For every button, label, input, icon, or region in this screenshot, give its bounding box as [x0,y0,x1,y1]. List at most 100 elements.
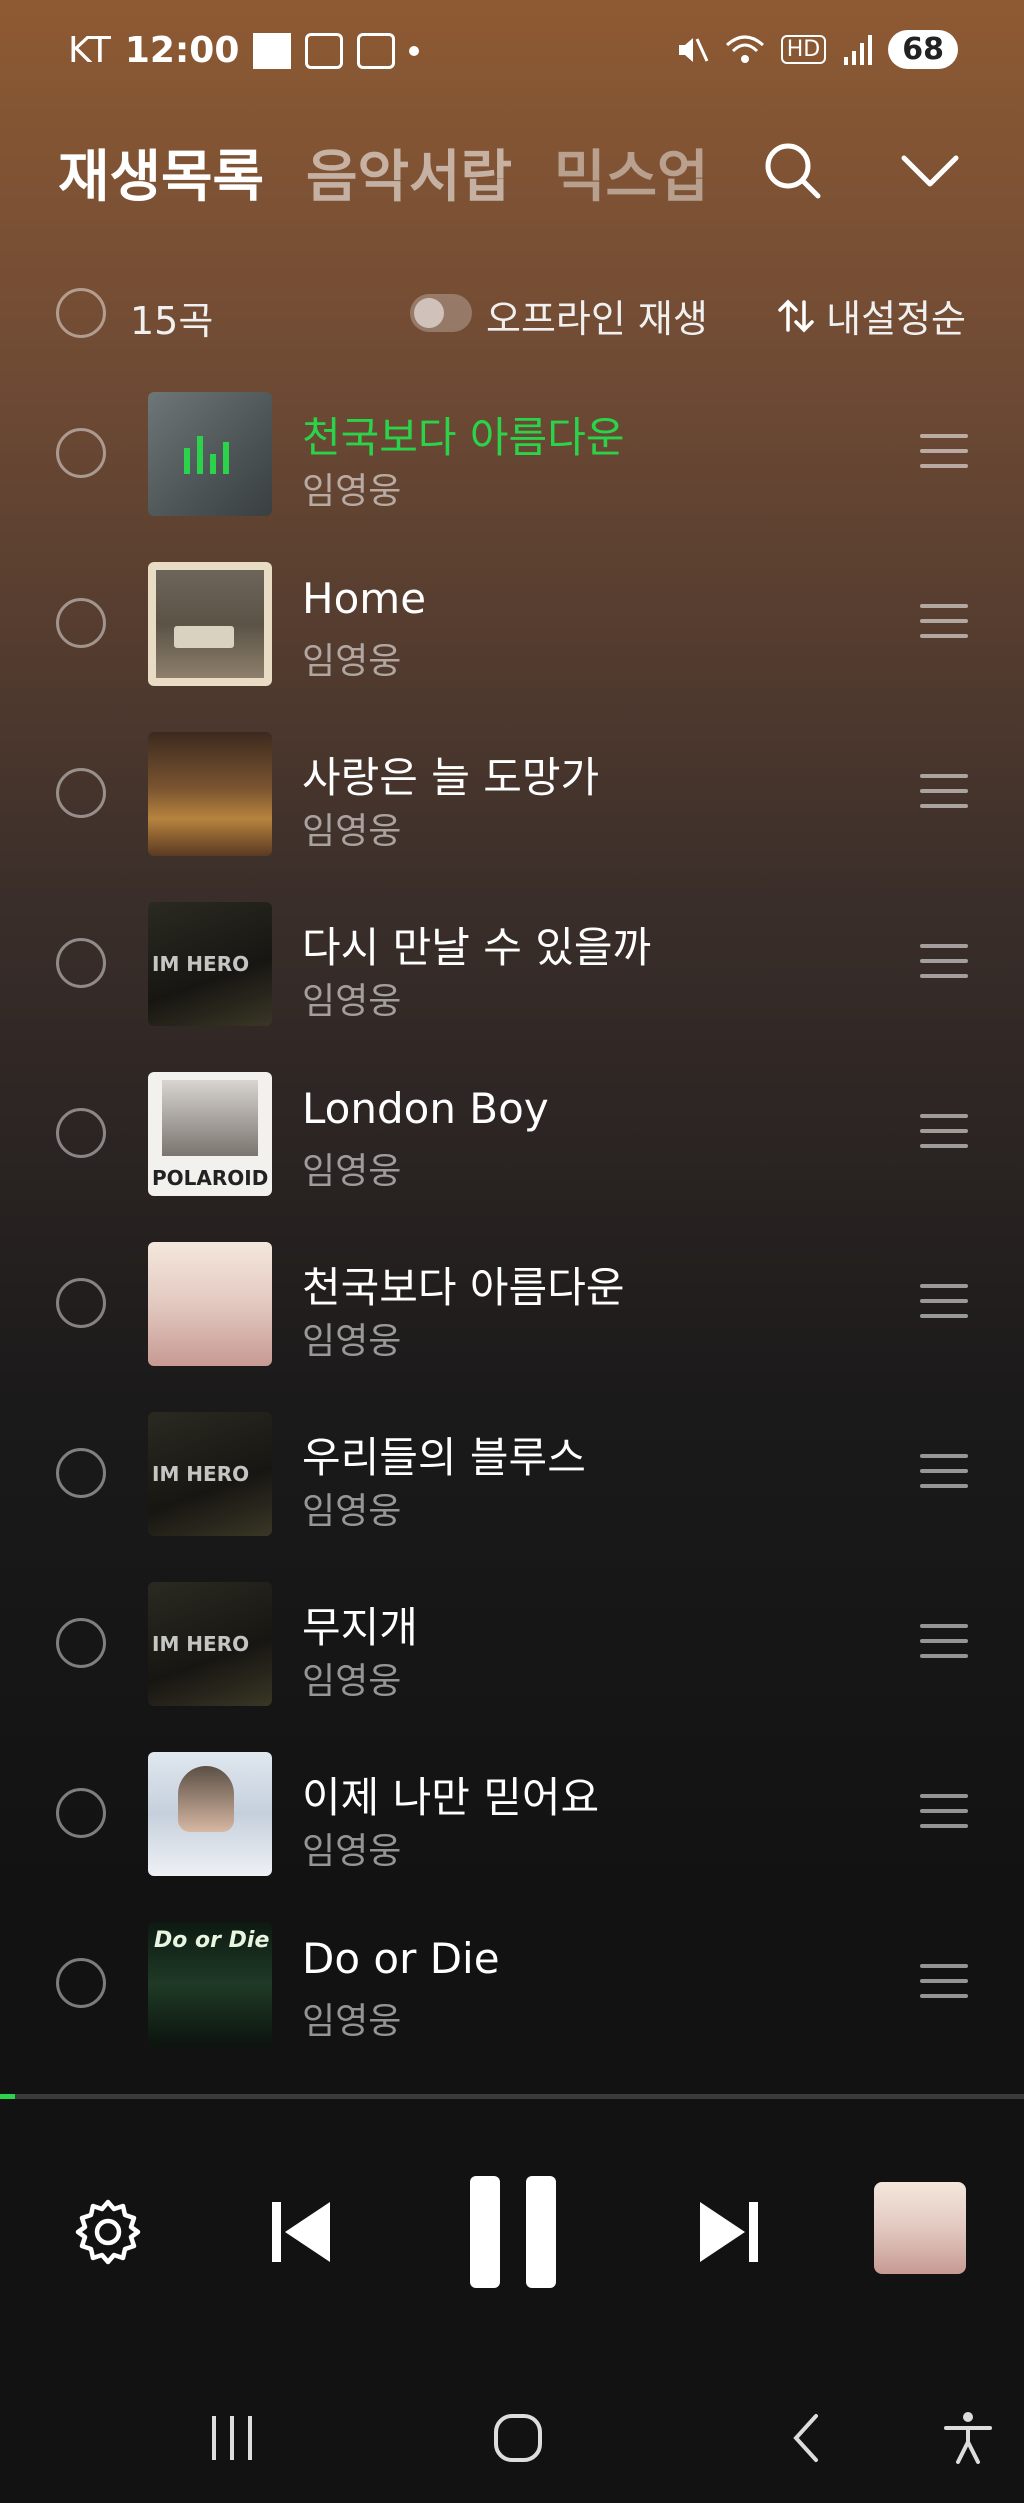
song-artist: 임영웅 [302,641,402,682]
playback-progress[interactable] [0,2094,1024,2099]
song-title: Home [302,574,427,623]
album-art-text: POLAROID [152,1166,269,1190]
song-checkbox[interactable] [56,1788,106,1838]
album-art: IM HERO [148,1582,272,1706]
album-art-text: IM HERO [152,1632,250,1656]
app-notification-icon [357,32,396,69]
song-checkbox[interactable] [56,1108,106,1158]
song-checkbox[interactable] [56,1618,106,1668]
player-controls [0,2100,1024,2360]
back-icon[interactable] [780,2410,836,2466]
song-artist: 임영웅 [302,1151,402,1192]
drag-handle-icon[interactable] [920,1284,968,1320]
toggle-knob [414,298,444,328]
offline-toggle[interactable] [410,294,472,332]
offline-label[interactable]: 오프라인 재생 [486,288,708,343]
song-checkbox[interactable] [56,768,106,818]
song-title: 천국보다 아름다운 [302,1263,625,1312]
song-checkbox[interactable] [56,1958,106,2008]
song-checkbox[interactable] [56,598,106,648]
song-title: 무지개 [302,1603,418,1652]
list-toolbar: 15곡 오프라인 재생 내설정순 [0,270,1024,360]
song-artist: 임영웅 [302,1831,402,1872]
album-art: IM HERO [148,902,272,1026]
drag-handle-icon[interactable] [920,774,968,810]
search-icon[interactable] [752,130,832,210]
song-artist: 임영웅 [302,1661,402,1702]
album-art: Do or Die [148,1922,272,2046]
song-row[interactable]: POLAROID London Boy 임영웅 [0,1048,1024,1218]
song-row[interactable]: 사랑은 늘 도망가 임영웅 [0,708,1024,878]
settings-icon[interactable] [72,2196,144,2268]
song-title: 천국보다 아름다운 [302,413,625,462]
album-art [148,392,272,516]
song-checkbox[interactable] [56,938,106,988]
album-art: POLAROID [148,1072,272,1196]
drag-handle-icon[interactable] [920,434,968,470]
home-icon[interactable] [490,2410,546,2466]
album-art-text: IM HERO [152,1462,250,1486]
drag-handle-icon[interactable] [920,1454,968,1490]
song-title: London Boy [302,1084,549,1133]
chevron-down-icon[interactable] [890,130,970,210]
more-notifications-icon [409,45,420,56]
previous-icon[interactable] [268,2196,334,2268]
status-bar: KT 12:00 HD 68 [0,0,1024,110]
song-artist: 임영웅 [302,981,402,1022]
recents-icon[interactable] [204,2410,260,2466]
battery-level: 68 [888,30,958,69]
song-title: 우리들의 블루스 [302,1433,586,1482]
signal-icon [844,34,873,65]
next-icon[interactable] [696,2196,762,2268]
song-row[interactable]: IM HERO 무지개 임영웅 [0,1558,1024,1728]
song-row[interactable]: 천국보다 아름다운 임영웅 [0,1218,1024,1388]
album-art-text: IM HERO [152,952,250,976]
album-art [148,1752,272,1876]
equalizer-icon [184,434,229,474]
tab-playlist[interactable]: 재생목록 [58,132,264,213]
song-checkbox[interactable] [56,428,106,478]
song-title: 이제 나만 믿어요 [302,1773,600,1822]
song-row[interactable]: 이제 나만 믿어요 임영웅 [0,1728,1024,1898]
song-row[interactable]: 천국보다 아름다운 임영웅 [0,368,1024,538]
album-art: IM HERO [148,1412,272,1536]
wifi-icon [725,35,764,63]
clock: 12:00 [124,30,240,71]
drag-handle-icon[interactable] [920,944,968,980]
song-artist: 임영웅 [302,1491,402,1532]
notification-icon [253,32,292,69]
sort-label: 내설정순 [826,297,966,341]
album-art [148,1242,272,1366]
system-navigation-bar [0,2370,1024,2503]
song-row[interactable]: IM HERO 우리들의 블루스 임영웅 [0,1388,1024,1558]
song-title: Do or Die [302,1934,500,1983]
progress-fill [0,2094,16,2099]
song-artist: 임영웅 [302,2001,402,2042]
accessibility-icon[interactable] [940,2410,996,2466]
now-playing-art[interactable] [874,2182,966,2274]
song-row[interactable]: Home 임영웅 [0,538,1024,708]
album-art-text: Do or Die [154,1928,270,1953]
song-row[interactable]: IM HERO 다시 만날 수 있을까 임영웅 [0,878,1024,1048]
song-row[interactable]: Do or Die Do or Die 임영웅 [0,1898,1024,2068]
song-checkbox[interactable] [56,1448,106,1498]
mute-icon [678,37,709,62]
drag-handle-icon[interactable] [920,1114,968,1150]
drag-handle-icon[interactable] [920,1794,968,1830]
song-count: 15곡 [130,299,214,343]
select-all-checkbox[interactable] [56,288,106,338]
sort-button[interactable]: 내설정순 [776,288,966,343]
carrier-label: KT [68,30,111,71]
pause-icon[interactable] [468,2174,558,2290]
tab-music-drawer[interactable]: 음악서랍 [306,132,512,213]
song-title: 사랑은 늘 도망가 [302,753,600,802]
drag-handle-icon[interactable] [920,604,968,640]
tab-mixup[interactable]: 믹스업 [554,132,709,213]
album-art [148,732,272,856]
drag-handle-icon[interactable] [920,1964,968,2000]
song-artist: 임영웅 [302,1321,402,1362]
song-checkbox[interactable] [56,1278,106,1328]
drag-handle-icon[interactable] [920,1624,968,1660]
song-title: 다시 만날 수 있을까 [302,923,652,972]
album-art [148,562,272,686]
